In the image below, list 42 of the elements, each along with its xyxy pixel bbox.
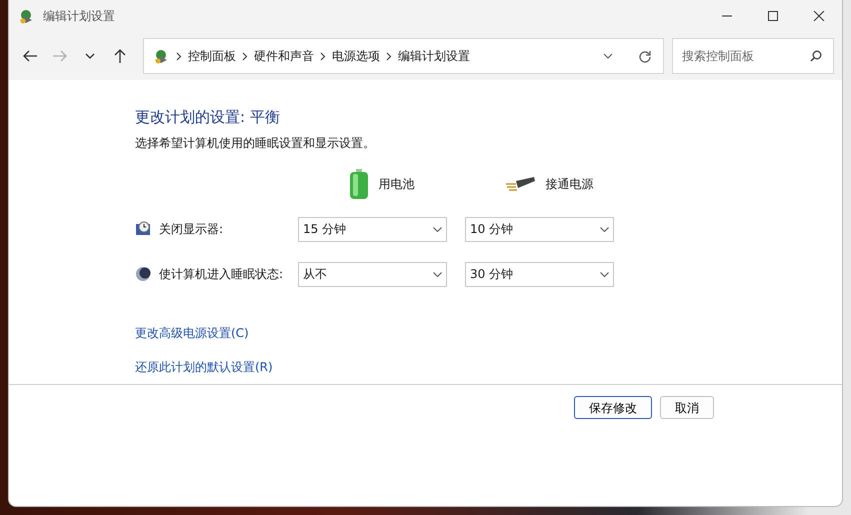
cancel-button[interactable]: 取消 [660, 396, 714, 419]
chevron-icon [242, 52, 248, 60]
search-icon [810, 50, 822, 62]
refresh-icon [638, 50, 650, 62]
setting-label: 关闭显示器: [159, 221, 224, 238]
dropdown[interactable]: 15 分钟 [298, 216, 447, 242]
chevron-icon [320, 52, 326, 60]
back-icon [23, 49, 37, 63]
dropdown[interactable]: 10 分钟 [465, 216, 614, 242]
description-text: 选择希望计算机使用的睡眠设置和显示设置。 [135, 135, 376, 152]
up-icon [113, 49, 127, 63]
save-button[interactable]: 保存修改 [574, 396, 652, 419]
breadcrumb-item[interactable]: 控制面板 [188, 47, 236, 65]
breadcrumb-item[interactable]: 硬件和声音 [254, 47, 314, 65]
chevron-down-icon [433, 272, 442, 276]
chevron-down-icon [600, 272, 609, 276]
window-title: 编辑计划设置 [43, 8, 115, 25]
link[interactable]: 还原此计划的默认设置(R) [135, 358, 273, 376]
dropdown[interactable]: 从不 [298, 262, 447, 286]
chevron-down-icon [600, 226, 609, 232]
power-plug-icon [504, 175, 536, 193]
page-heading: 更改计划的设置: 平衡 [135, 108, 281, 126]
chevron-down-icon [603, 53, 613, 59]
battery-icon [348, 169, 368, 199]
monitor-clock-icon [135, 221, 151, 237]
recent-locations-icon [85, 53, 95, 59]
column-label: 接通电源 [546, 176, 594, 193]
chevron-icon [176, 52, 182, 60]
search-field[interactable]: 搜索控制面板 [672, 38, 834, 74]
breadcrumb-item[interactable]: 电源选项 [332, 47, 380, 65]
setting-label: 使计算机进入睡眠状态: [159, 266, 284, 283]
address-bar[interactable]: 控制面板 硬件和声音 电源选项 编辑计划设置 [143, 38, 664, 74]
maximize-icon [767, 11, 779, 21]
close-icon [813, 11, 825, 21]
link[interactable]: 更改高级电源设置(C) [135, 324, 249, 342]
chevron-icon [386, 52, 392, 60]
column-label: 用电池 [378, 176, 414, 193]
dropdown[interactable]: 30 分钟 [465, 262, 614, 286]
moon-icon [135, 266, 151, 282]
forward-icon [53, 49, 67, 63]
breadcrumb-item[interactable]: 编辑计划设置 [398, 47, 470, 65]
chevron-down-icon [433, 226, 442, 232]
